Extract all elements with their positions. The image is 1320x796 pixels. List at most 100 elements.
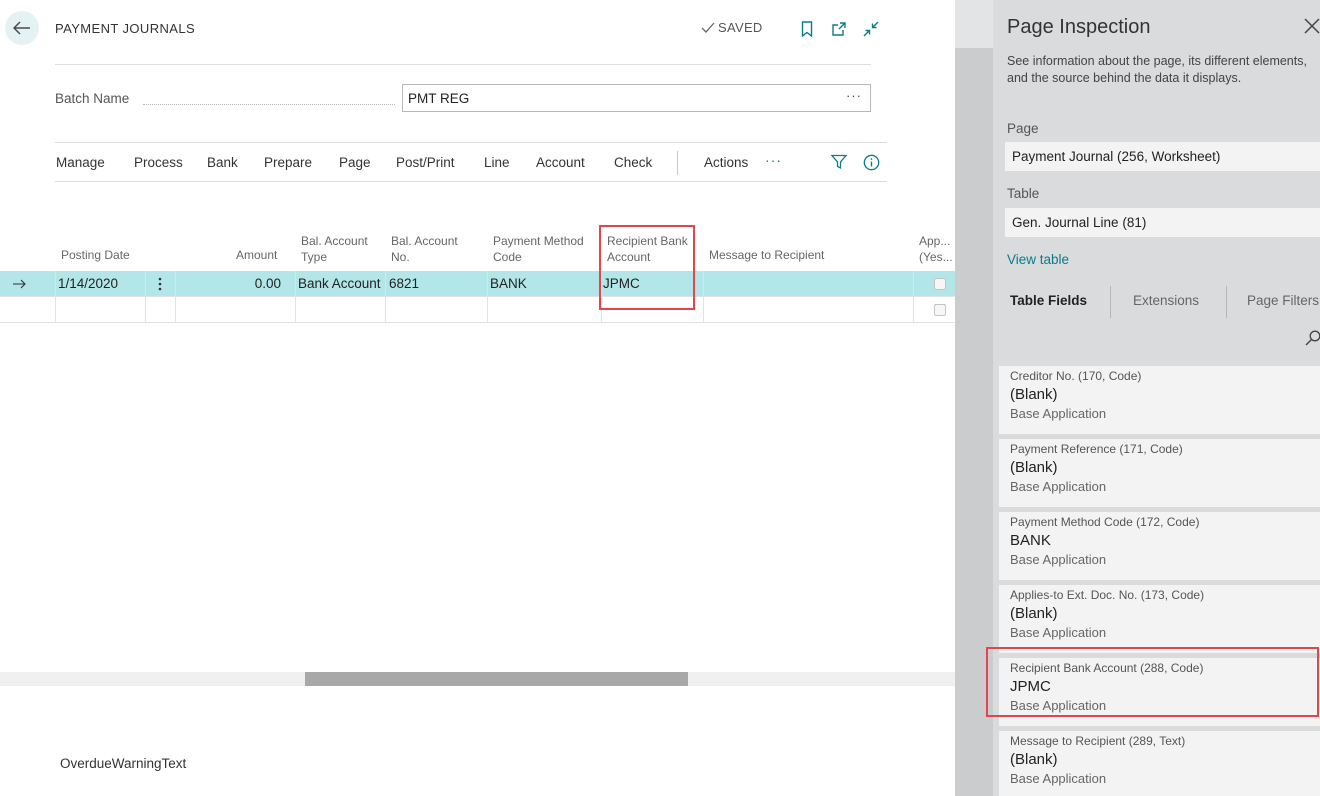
field-card-creditor-no: Creditor No. (170, Code) (Blank) Base Ap… <box>999 366 1320 434</box>
menu-page[interactable]: Page <box>339 155 371 170</box>
bookmark-button[interactable] <box>798 20 816 38</box>
field-source: Base Application <box>1010 552 1107 567</box>
menu-check[interactable]: Check <box>614 155 652 170</box>
menu-post-print[interactable]: Post/Print <box>396 155 455 170</box>
overdue-warning-text: OverdueWarningText <box>60 756 187 771</box>
tab-separator <box>1226 286 1227 318</box>
cell-message-to-recipient[interactable] <box>707 271 907 297</box>
col-header-applies[interactable]: App... (Yes... <box>919 233 953 265</box>
col-header-amount[interactable]: Amount <box>236 247 277 263</box>
pane-strip-top <box>955 0 993 48</box>
cell-applies-checkbox-empty[interactable] <box>934 304 946 316</box>
search-icon <box>1305 330 1320 346</box>
field-source: Base Application <box>1010 698 1107 713</box>
menu-manage[interactable]: Manage <box>56 155 105 170</box>
cell-bal-account-no[interactable]: 6821 <box>389 271 485 297</box>
cell-applies-checkbox[interactable] <box>934 278 946 290</box>
view-table-link[interactable]: View table <box>1007 252 1069 267</box>
field-source: Base Application <box>1010 406 1107 421</box>
menu-bank[interactable]: Bank <box>207 155 238 170</box>
info-icon <box>863 154 879 170</box>
back-button[interactable] <box>5 11 39 45</box>
menu-line[interactable]: Line <box>484 155 510 170</box>
inspection-description: See information about the page, its diff… <box>1007 53 1320 87</box>
info-button[interactable] <box>862 153 880 171</box>
open-new-window-icon <box>832 22 846 36</box>
field-name: Creditor No. (170, Code) <box>1010 369 1142 383</box>
tab-extensions[interactable]: Extensions <box>1133 293 1199 308</box>
col-header-recipient-bank-line1: Recipient Bank <box>607 234 688 248</box>
table-row[interactable]: 1/14/2020 0.00 Bank Account 6821 BANK JP… <box>0 271 955 297</box>
close-icon <box>1304 18 1320 34</box>
menu-bottom-divider <box>55 181 887 182</box>
grid-line <box>175 271 176 323</box>
col-header-posting-date[interactable]: Posting Date <box>61 247 130 263</box>
table-value-box: Gen. Journal Line (81) <box>1005 208 1320 237</box>
menu-prepare[interactable]: Prepare <box>264 155 312 170</box>
grid-line <box>703 271 704 323</box>
cell-amount[interactable]: 0.00 <box>178 271 281 297</box>
tab-table-fields[interactable]: Table Fields <box>1010 293 1087 308</box>
menu-top-divider <box>55 142 887 143</box>
collapse-button[interactable] <box>862 20 880 38</box>
cell-payment-method-code[interactable]: BANK <box>490 271 598 297</box>
field-source: Base Application <box>1010 771 1107 786</box>
menu-account[interactable]: Account <box>536 155 585 170</box>
table-value: Gen. Journal Line (81) <box>1012 215 1147 230</box>
field-card-payment-method-code: Payment Method Code (172, Code) BANK Bas… <box>999 512 1320 580</box>
tab-page-filters[interactable]: Page Filters <box>1247 293 1319 308</box>
table-label: Table <box>1007 186 1040 201</box>
field-value: (Blank) <box>1010 751 1058 768</box>
check-icon <box>701 22 715 33</box>
table-row-empty[interactable] <box>0 297 955 323</box>
field-name: Recipient Bank Account (288, Code) <box>1010 661 1204 675</box>
col-header-message-to-recipient[interactable]: Message to Recipient <box>709 247 824 263</box>
grid-line <box>295 271 296 323</box>
inspection-description-line2: and the source behind the data it displa… <box>1007 71 1242 85</box>
page-title: PAYMENT JOURNALS <box>55 21 196 36</box>
tab-separator <box>1110 286 1111 318</box>
cell-bal-account-type[interactable]: Bank Account <box>298 271 384 297</box>
col-header-bal-account-no[interactable]: Bal. Account No. <box>391 233 458 265</box>
grid-line <box>55 271 56 323</box>
page-label: Page <box>1007 121 1039 136</box>
grid-line <box>385 271 386 323</box>
row-indicator <box>13 271 33 297</box>
batch-name-field[interactable]: PMT REG ··· <box>402 84 871 112</box>
saved-status: SAVED <box>701 20 763 35</box>
field-value: (Blank) <box>1010 605 1058 622</box>
filter-button[interactable] <box>830 153 848 171</box>
field-name: Applies-to Ext. Doc. No. (173, Code) <box>1010 588 1205 602</box>
batch-leader-dots <box>143 104 395 105</box>
menu-process[interactable]: Process <box>134 155 183 170</box>
open-new-window-button[interactable] <box>830 20 848 38</box>
col-header-bal-account-type[interactable]: Bal. Account Type <box>301 233 368 265</box>
cell-recipient-bank-account[interactable]: JPMC <box>603 271 701 297</box>
page-value: Payment Journal (256, Worksheet) <box>1012 149 1221 164</box>
cell-posting-date[interactable]: 1/14/2020 <box>58 271 144 297</box>
field-name: Payment Method Code (172, Code) <box>1010 515 1200 529</box>
col-header-payment-method-code[interactable]: Payment Method Code <box>493 233 584 265</box>
batch-lookup-button[interactable]: ··· <box>846 88 862 103</box>
menu-more-button[interactable]: ··· <box>765 152 782 168</box>
col-header-recipient-bank-line2: Account <box>607 250 651 264</box>
collapse-icon <box>863 21 879 37</box>
grid-line <box>0 296 955 297</box>
col-header-bal-account-no-line2: No. <box>391 250 410 264</box>
col-header-bal-account-type-line2: Type <box>301 250 328 264</box>
field-name: Message to Recipient (289, Text) <box>1010 734 1186 748</box>
menu-actions[interactable]: Actions <box>704 155 748 170</box>
payment-journal-page: PAYMENT JOURNALS SAVED Batch Name PMT RE… <box>0 0 955 796</box>
col-header-recipient-bank-account[interactable]: Recipient Bank Account <box>607 233 688 265</box>
vertical-ellipsis-icon <box>158 277 162 291</box>
grid-line <box>601 271 602 323</box>
page-value-box: Payment Journal (256, Worksheet) <box>1005 142 1320 171</box>
col-header-applies-line1: App... <box>919 234 951 248</box>
col-header-bal-account-type-line1: Bal. Account <box>301 234 368 248</box>
horizontal-scrollbar-thumb[interactable] <box>305 672 688 686</box>
row-menu-button[interactable] <box>152 271 168 297</box>
col-header-payment-method-line1: Payment Method <box>493 234 584 248</box>
close-button[interactable] <box>1303 17 1320 37</box>
saved-label: SAVED <box>718 20 763 35</box>
search-button[interactable] <box>1305 330 1320 348</box>
